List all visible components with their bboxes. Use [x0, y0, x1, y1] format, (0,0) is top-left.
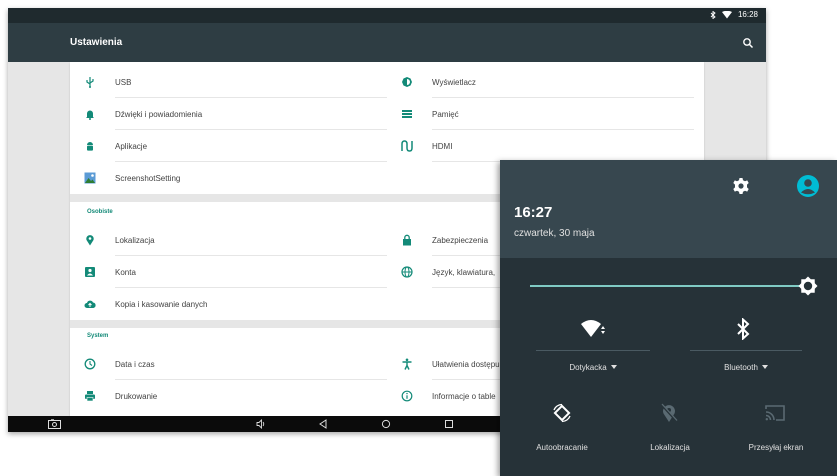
hdmi-icon — [401, 140, 413, 152]
brightness-icon — [402, 77, 412, 87]
cast-tile-label: Przesyłaj ekran — [748, 443, 804, 452]
bluetooth-tile-label[interactable]: Bluetooth — [690, 363, 802, 372]
cast-screen-icon[interactable] — [764, 402, 786, 424]
settings-item-accounts[interactable]: Konta — [70, 256, 387, 288]
settings-item-label: Kopia i kasowanie danych — [115, 300, 208, 309]
location-off-icon[interactable] — [658, 402, 680, 424]
shade-time: 16:27 — [514, 204, 553, 221]
settings-item-label: USB — [115, 78, 132, 87]
volume-icon[interactable] — [256, 419, 266, 429]
usb-icon — [86, 77, 94, 88]
clock-icon — [84, 358, 96, 370]
screenshot-icon[interactable] — [48, 419, 61, 429]
settings-item-label: Lokalizacja — [115, 236, 155, 245]
brightness-slider[interactable] — [530, 285, 808, 287]
settings-item-apps[interactable]: Aplikacje — [70, 130, 387, 162]
wifi-tile-icon[interactable] — [580, 318, 606, 340]
settings-item-label: Konta — [115, 268, 136, 277]
location-tile-label: Lokalizacja — [650, 443, 690, 452]
user-account-icon[interactable] — [796, 174, 820, 198]
page-title: Ustawienia — [70, 37, 123, 48]
settings-item-label: Informacje o table — [432, 392, 496, 401]
brightness-icon[interactable] — [798, 276, 818, 296]
bluetooth-icon — [710, 10, 716, 19]
accessibility-icon — [402, 358, 412, 370]
settings-item-backup[interactable]: Kopia i kasowanie danych — [70, 288, 387, 320]
tile-divider — [690, 350, 802, 351]
settings-item-label: Aplikacje — [115, 142, 148, 151]
home-icon[interactable] — [381, 419, 391, 429]
settings-item-label: HDMI — [432, 142, 453, 151]
settings-item-date-time[interactable]: Data i czas — [70, 348, 387, 380]
settings-item-label: Ułatwienia dostępu — [432, 360, 500, 369]
recents-icon[interactable] — [444, 419, 454, 429]
storage-icon — [402, 110, 412, 118]
settings-item-label: Dźwięki i powiadomienia — [115, 110, 203, 119]
settings-item-label: Pamięć — [432, 110, 459, 119]
status-bar: 16:28 — [8, 8, 766, 23]
settings-item-label: Data i czas — [115, 360, 155, 369]
info-icon — [401, 390, 413, 402]
tile-divider — [536, 350, 650, 351]
gear-icon[interactable] — [732, 177, 750, 195]
wifi-icon — [721, 10, 732, 18]
quick-settings-panel: 16:27 czwartek, 30 maja Dotykacka Blueto… — [500, 160, 837, 476]
chevron-down-icon — [761, 365, 768, 369]
settings-item-label: Język, klawiatura, — [432, 268, 496, 277]
settings-item-label: Zabezpieczenia — [432, 236, 489, 245]
status-time: 16:28 — [737, 10, 758, 19]
location-pin-icon — [86, 235, 94, 246]
android-icon — [87, 142, 93, 151]
search-icon[interactable] — [742, 37, 754, 49]
auto-rotate-icon[interactable] — [551, 402, 573, 424]
shade-date: czwartek, 30 maja — [514, 228, 595, 239]
printer-icon — [85, 391, 95, 402]
settings-item-display[interactable]: Wyświetlacz — [387, 66, 704, 98]
cloud-upload-icon — [84, 300, 96, 308]
back-icon[interactable] — [318, 419, 328, 429]
settings-item-label: ScreenshotSetting — [115, 174, 181, 183]
lock-icon — [403, 234, 411, 246]
chevron-down-icon — [610, 365, 617, 369]
account-icon — [85, 267, 95, 277]
settings-item-printing[interactable]: Drukowanie — [70, 380, 387, 412]
settings-item-label: Drukowanie — [115, 392, 158, 401]
settings-item-screenshot[interactable]: ScreenshotSetting — [70, 162, 387, 194]
auto-rotate-label: Autoobracanie — [536, 443, 588, 452]
settings-item-usb[interactable]: USB — [70, 66, 387, 98]
screenshot-icon — [84, 172, 96, 184]
bluetooth-tile-icon[interactable] — [736, 318, 750, 340]
settings-item-hdmi[interactable]: HDMI — [387, 130, 704, 162]
settings-item-label: Wyświetlacz — [432, 78, 476, 87]
settings-item-storage[interactable]: Pamięć — [387, 98, 704, 130]
section-title-personal: Osobiste — [87, 209, 113, 215]
globe-icon — [401, 266, 413, 278]
wifi-tile-label[interactable]: Dotykacka — [536, 363, 650, 372]
section-title-system: System — [87, 333, 109, 339]
settings-item-location[interactable]: Lokalizacja — [70, 224, 387, 256]
app-bar: Ustawienia — [8, 23, 766, 62]
quick-settings-header: 16:27 czwartek, 30 maja — [500, 160, 837, 258]
settings-item-sounds[interactable]: Dźwięki i powiadomienia — [70, 98, 387, 130]
bell-icon — [86, 110, 94, 120]
